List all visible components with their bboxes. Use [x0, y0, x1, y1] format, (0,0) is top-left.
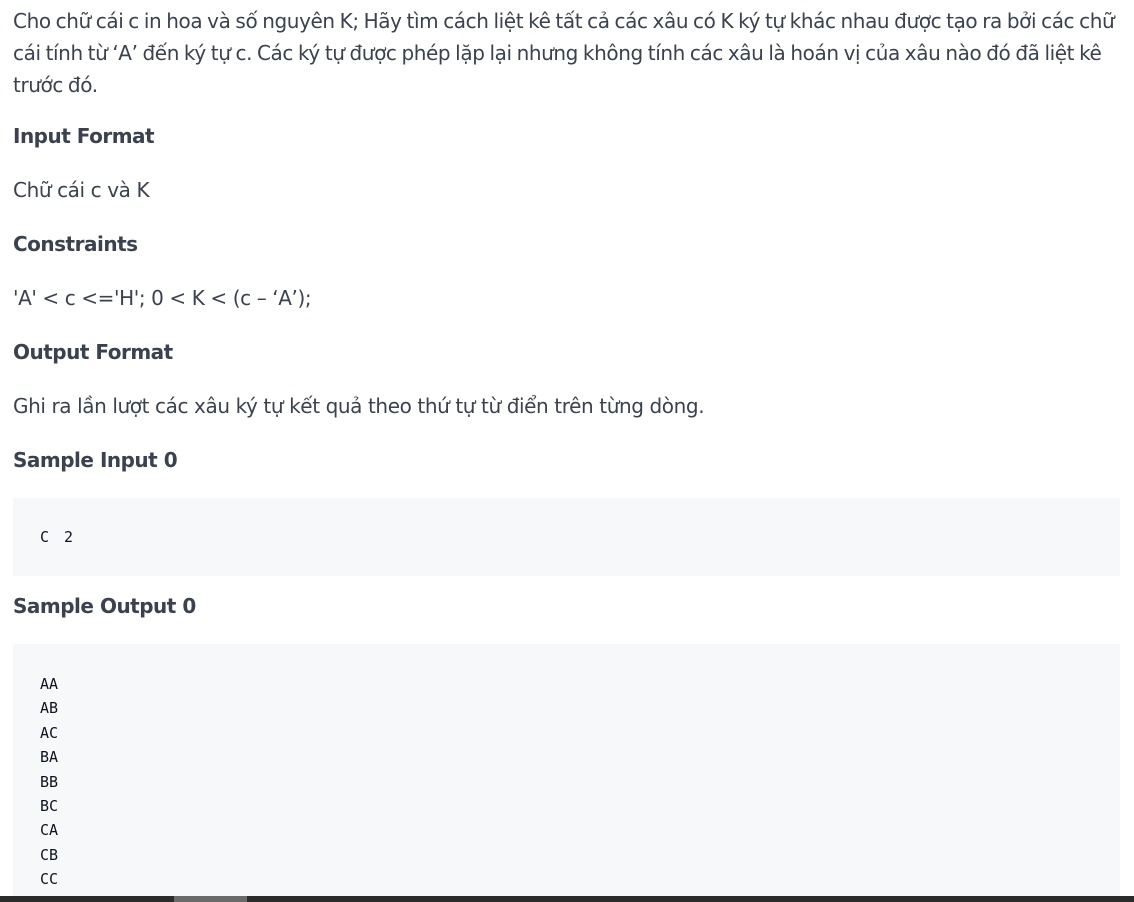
sample-output-line: CA — [40, 821, 59, 840]
sample-output-line: AA — [40, 675, 59, 693]
sample-output-line: AB — [40, 699, 59, 718]
sample-output-heading: Sample Output 0 — [13, 594, 196, 618]
sample-output-line: CC — [40, 870, 59, 889]
sample-output-line: BC — [40, 796, 59, 815]
output-format-text: Ghi ra lần lượt các xâu ký tự kết quả th… — [13, 394, 705, 418]
sample-output-block[interactable]: AA AB AC BA BB BC CA CB CC — [13, 644, 1120, 902]
input-format-text: Chữ cái c và K — [13, 178, 150, 202]
sample-output-line: AC — [40, 723, 59, 742]
problem-statement: Cho chữ cái c in hoa và số nguyên K; Hãy… — [13, 9, 1115, 97]
sample-output-line: BA — [40, 748, 59, 767]
scrollbar-thumb[interactable] — [174, 896, 247, 902]
sample-output-line: CB — [40, 845, 59, 864]
sample-input-line: C 2 — [40, 528, 74, 546]
sample-input-heading: Sample Input 0 — [13, 448, 178, 472]
sample-output-line: BB — [40, 772, 59, 791]
constraints-text: 'A' < c <='H'; 0 < K < (c – ‘A’); — [13, 286, 312, 310]
output-format-heading: Output Format — [13, 340, 173, 364]
input-format-heading: Input Format — [13, 124, 155, 148]
problem-content: Cho chữ cái c in hoa và số nguyên K; Hãy… — [13, 0, 1120, 902]
constraints-heading: Constraints — [13, 232, 138, 256]
sample-input-block[interactable]: C 2 — [13, 498, 1120, 576]
horizontal-scrollbar[interactable] — [0, 896, 1134, 902]
